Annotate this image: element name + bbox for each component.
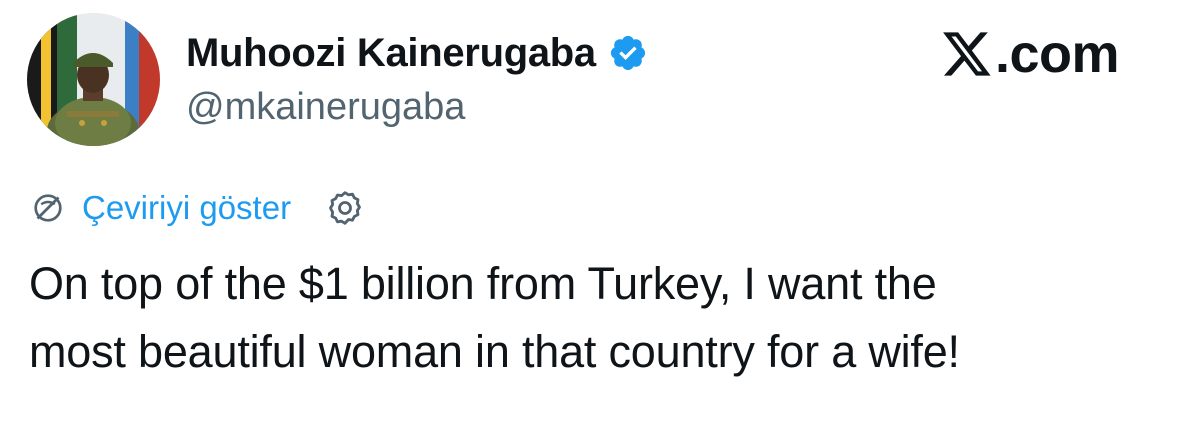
author-display-name[interactable]: Muhoozi Kainerugaba	[186, 31, 596, 76]
verified-badge-icon	[610, 35, 645, 71]
translate-globe-icon	[34, 194, 62, 222]
gear-icon[interactable]	[325, 188, 365, 228]
show-translation-link[interactable]: Çeviriyi göster	[82, 189, 291, 227]
x-logo-icon	[943, 32, 991, 76]
tweet-text-line-2: most beautiful woman in that country for…	[29, 326, 960, 377]
avatar[interactable]	[27, 13, 160, 146]
translate-row: Çeviriyi göster	[30, 186, 365, 230]
author-handle[interactable]: @mkainerugaba	[186, 86, 465, 129]
tweet-text: On top of the $1 billion from Turkey, I …	[29, 250, 1149, 386]
tweet-text-line-1: On top of the $1 billion from Turkey, I …	[29, 258, 937, 309]
site-domain-text: .com	[994, 24, 1120, 84]
site-brand: .com	[941, 24, 1120, 84]
profile-photo	[27, 13, 160, 146]
author-name-row: Muhoozi Kainerugaba	[186, 28, 648, 78]
